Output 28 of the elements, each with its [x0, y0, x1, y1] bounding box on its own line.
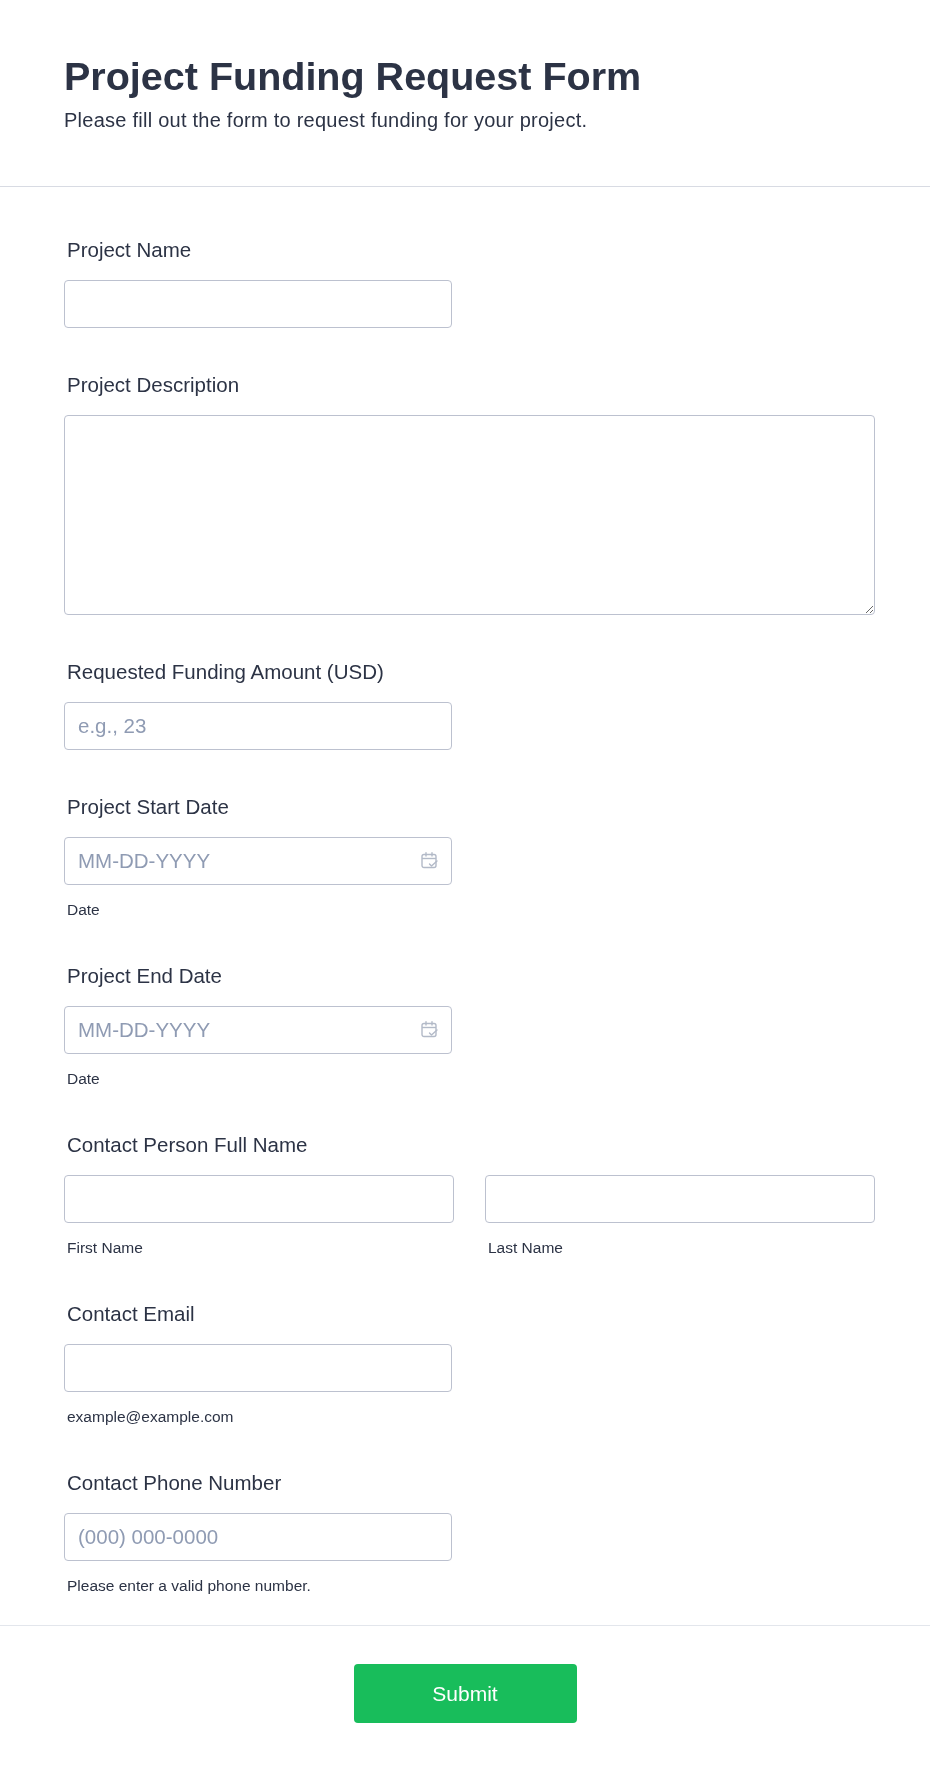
- input-field[interactable]: [64, 1175, 454, 1223]
- field-label: Contact Person Full Name: [67, 1132, 308, 1157]
- field-label: Project Description: [67, 372, 240, 397]
- form-subtitle: Please fill out the form to request funding for your project.: [64, 108, 589, 133]
- field-label: Requested Funding Amount (USD): [67, 659, 384, 684]
- field-label: Contact Phone Number: [67, 1470, 282, 1495]
- field-label: Project Start Date: [67, 794, 229, 819]
- input-field[interactable]: (000) 000-0000: [64, 1513, 452, 1561]
- field-sublabel: First Name: [67, 1239, 143, 1257]
- date-field[interactable]: MM-DD-YYYY: [64, 1006, 452, 1054]
- textarea-field[interactable]: [64, 415, 875, 615]
- input-field[interactable]: [485, 1175, 875, 1223]
- date-field[interactable]: MM-DD-YYYY: [64, 837, 452, 885]
- field-hint: Please enter a valid phone number.: [67, 1577, 311, 1595]
- field-label: Contact Email: [67, 1301, 195, 1326]
- calendar-icon[interactable]: [421, 1021, 438, 1038]
- input-field[interactable]: [64, 280, 452, 328]
- form-title: Project Funding Request Form: [64, 53, 643, 100]
- field-label: Project End Date: [67, 963, 222, 988]
- field-hint: Date: [67, 901, 100, 919]
- calendar-icon[interactable]: [421, 852, 438, 869]
- input-field[interactable]: e.g., 23: [64, 702, 452, 750]
- field-sublabel: Last Name: [488, 1239, 563, 1257]
- field-hint: Date: [67, 1070, 100, 1088]
- submit-button[interactable]: Submit: [353, 1664, 577, 1723]
- field-label: Project Name: [67, 237, 192, 262]
- field-hint: example@example.com: [67, 1408, 234, 1426]
- input-field[interactable]: [64, 1344, 452, 1392]
